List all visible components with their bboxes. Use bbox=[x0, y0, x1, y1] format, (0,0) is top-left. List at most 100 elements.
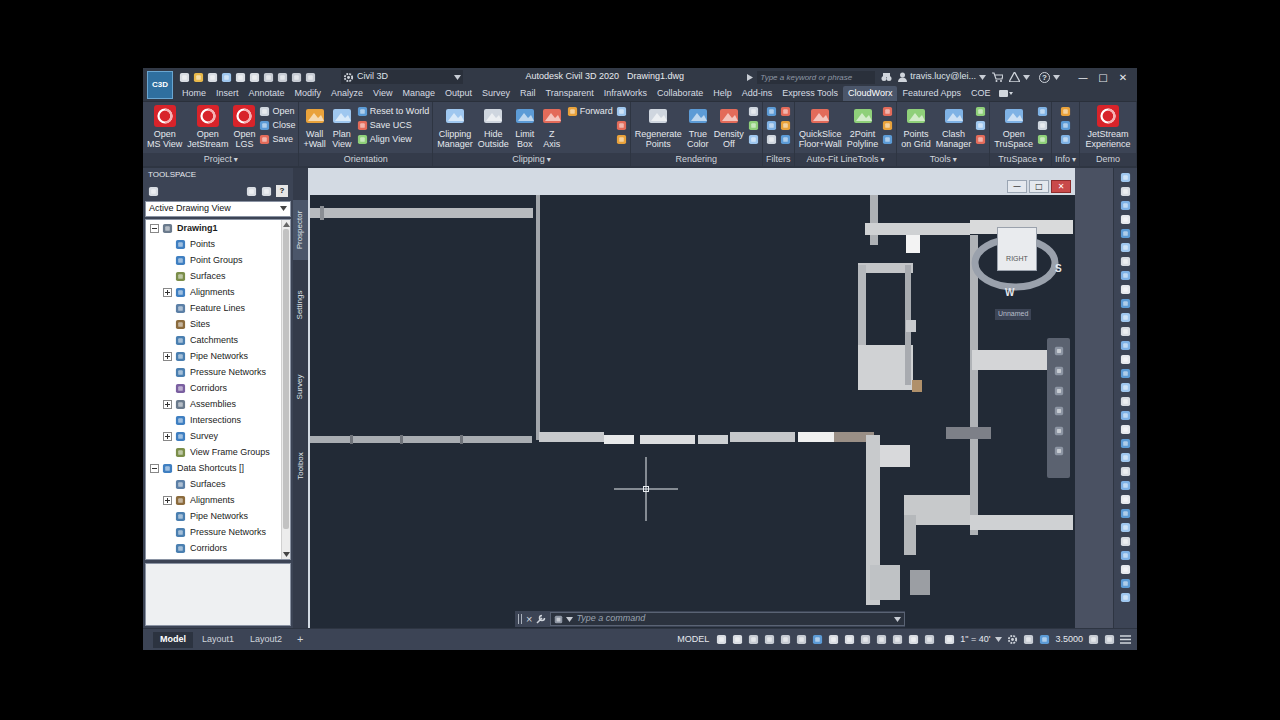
status-toggle-icon[interactable] bbox=[764, 634, 775, 645]
tool-icon[interactable] bbox=[357, 134, 368, 145]
tool-icon[interactable] bbox=[718, 105, 740, 127]
ribbon-small-button[interactable]: Save bbox=[259, 134, 295, 145]
toolbar-tool-icon[interactable] bbox=[1120, 298, 1131, 309]
toolbar-tool-icon[interactable] bbox=[1120, 242, 1131, 253]
toolbar-tool-icon[interactable] bbox=[1120, 424, 1131, 435]
toolbar-tool-icon[interactable] bbox=[1120, 270, 1131, 281]
panel-title[interactable]: Demo bbox=[1096, 153, 1120, 166]
tree-item[interactable]: Surfaces bbox=[146, 477, 281, 493]
tool-label[interactable]: Polyline bbox=[847, 139, 879, 149]
scroll-thumb[interactable] bbox=[283, 229, 289, 529]
layout-tab[interactable]: Layout2 bbox=[243, 632, 289, 648]
workspace-label[interactable]: Civil 3D bbox=[357, 70, 451, 84]
quick-access-icon[interactable] bbox=[207, 72, 218, 83]
tree-item[interactable]: Corridors bbox=[146, 381, 281, 397]
tool-label[interactable]: Regenerate bbox=[635, 129, 682, 139]
tool-label[interactable]: Open bbox=[197, 129, 219, 139]
tool-icon[interactable] bbox=[943, 105, 965, 127]
ribbon-tab[interactable]: View bbox=[368, 86, 397, 101]
tool-icon[interactable] bbox=[1060, 120, 1071, 131]
tool-label[interactable]: Wall bbox=[306, 129, 323, 139]
tool-label[interactable]: Clipping bbox=[439, 129, 472, 139]
tool-label[interactable]: Align View bbox=[370, 134, 412, 145]
app-menu-button[interactable]: C3D bbox=[143, 68, 177, 101]
ribbon-panel-title[interactable]: Auto-Fit LineTools▾ bbox=[795, 153, 896, 166]
app-logo[interactable]: C3D bbox=[147, 71, 173, 99]
tool-icon[interactable] bbox=[766, 134, 777, 145]
status-toggle-icon[interactable] bbox=[908, 634, 919, 645]
tree-item-label[interactable]: Pipe Networks bbox=[190, 350, 248, 364]
view-dropdown[interactable]: Active Drawing View bbox=[145, 201, 291, 217]
tool-icon[interactable] bbox=[357, 120, 368, 131]
status-toggle-icon[interactable] bbox=[924, 634, 935, 645]
toolbar-tool-icon[interactable] bbox=[1120, 354, 1131, 365]
tree-expander[interactable] bbox=[150, 464, 159, 473]
tree-item-label[interactable]: Sites bbox=[190, 318, 210, 332]
tree-item-label[interactable]: View Frame Groups bbox=[190, 446, 270, 460]
status-toggle-icon[interactable] bbox=[892, 634, 903, 645]
view-dropdown-value[interactable]: Active Drawing View bbox=[149, 202, 280, 216]
tool-icon[interactable] bbox=[975, 106, 986, 117]
ribbon-large-button[interactable]: HideOutside bbox=[477, 105, 510, 149]
tool-label[interactable]: LGS bbox=[235, 139, 253, 149]
status-toggle-icon[interactable] bbox=[796, 634, 807, 645]
toolbar-tool-icon[interactable] bbox=[1120, 368, 1131, 379]
cart-icon[interactable] bbox=[992, 72, 1003, 82]
toolbar-tool-icon[interactable] bbox=[1120, 382, 1131, 393]
navigation-tool-icon[interactable] bbox=[1054, 346, 1064, 356]
scroll-down-icon[interactable] bbox=[283, 550, 290, 559]
tree-item-label[interactable]: Pressure Networks bbox=[190, 526, 266, 540]
tool-label[interactable]: Experience bbox=[1086, 139, 1131, 149]
space-mode[interactable]: MODEL bbox=[675, 633, 711, 647]
tree-item[interactable]: Alignments bbox=[146, 493, 281, 509]
tree-item[interactable]: Survey bbox=[146, 429, 281, 445]
ribbon-panel-title[interactable]: Info▾ bbox=[1052, 153, 1079, 166]
ribbon-large-button[interactable]: OpenTruSpace bbox=[993, 105, 1034, 149]
dropdown-arrow-icon[interactable] bbox=[1023, 75, 1030, 80]
toolbar-tool-icon[interactable] bbox=[1120, 578, 1131, 589]
tree-expander[interactable] bbox=[163, 400, 172, 409]
panel-expand-arrow[interactable]: ▾ bbox=[547, 154, 551, 166]
tool-icon[interactable] bbox=[514, 105, 536, 127]
workspace-switcher[interactable]: Civil 3D bbox=[341, 70, 463, 84]
annotation-scale-icon[interactable] bbox=[944, 634, 955, 645]
quick-access-icon[interactable] bbox=[305, 72, 316, 83]
panel-expand-arrow[interactable]: ▾ bbox=[1072, 154, 1076, 166]
navigation-tool-icon[interactable] bbox=[1054, 366, 1064, 376]
toolbar-tool-icon[interactable] bbox=[1120, 550, 1131, 561]
ribbon-tab[interactable]: InfraWorks bbox=[599, 86, 652, 101]
tree-expander[interactable] bbox=[163, 352, 172, 361]
tool-label[interactable]: View bbox=[332, 139, 351, 149]
ribbon-small-button[interactable]: Reset to World bbox=[357, 106, 429, 117]
ribbon-large-button[interactable]: QuickSliceFloor+Wall bbox=[798, 105, 843, 149]
ribbon-panel-title[interactable]: Demo bbox=[1080, 153, 1136, 166]
ribbon-tab[interactable]: COE bbox=[966, 86, 996, 101]
command-history-icon[interactable] bbox=[554, 615, 563, 624]
toolbar-tool-icon[interactable] bbox=[1120, 172, 1131, 183]
tool-icon[interactable] bbox=[748, 134, 759, 145]
tree-item-label[interactable]: Alignments bbox=[190, 286, 235, 300]
ribbon-large-button[interactable]: LimitBox bbox=[513, 105, 537, 149]
status-toggle-icon[interactable] bbox=[780, 634, 791, 645]
tool-icon[interactable] bbox=[1097, 105, 1119, 127]
tool-icon[interactable] bbox=[259, 134, 270, 145]
customization-menu-icon[interactable] bbox=[1120, 635, 1131, 644]
side-tab-label[interactable]: Toolbox bbox=[295, 452, 307, 480]
tool-icon[interactable] bbox=[766, 106, 777, 117]
tool-label[interactable]: Density bbox=[714, 129, 744, 139]
binoculars-icon[interactable] bbox=[881, 72, 892, 82]
layout-tab[interactable]: Layout1 bbox=[195, 632, 241, 648]
ribbon-panel-title[interactable]: Project▾ bbox=[143, 153, 298, 166]
tool-icon[interactable] bbox=[809, 105, 831, 127]
ribbon-small-button[interactable]: Open bbox=[259, 106, 295, 117]
status-toggle-icon[interactable] bbox=[748, 634, 759, 645]
ribbon-panel-title[interactable]: TruSpace▾ bbox=[990, 153, 1051, 166]
ribbon-large-button[interactable]: Wall+Wall bbox=[302, 105, 326, 149]
tree-item-label[interactable]: Pipe Networks bbox=[190, 510, 248, 524]
ribbon-small-button[interactable]: Close bbox=[259, 120, 295, 131]
dropdown-arrow-icon[interactable] bbox=[280, 206, 287, 211]
gear-icon[interactable] bbox=[1007, 634, 1018, 645]
tool-label[interactable]: Open bbox=[154, 129, 176, 139]
tree-item-label[interactable]: Assemblies bbox=[190, 398, 236, 412]
tool-icon[interactable] bbox=[905, 105, 927, 127]
